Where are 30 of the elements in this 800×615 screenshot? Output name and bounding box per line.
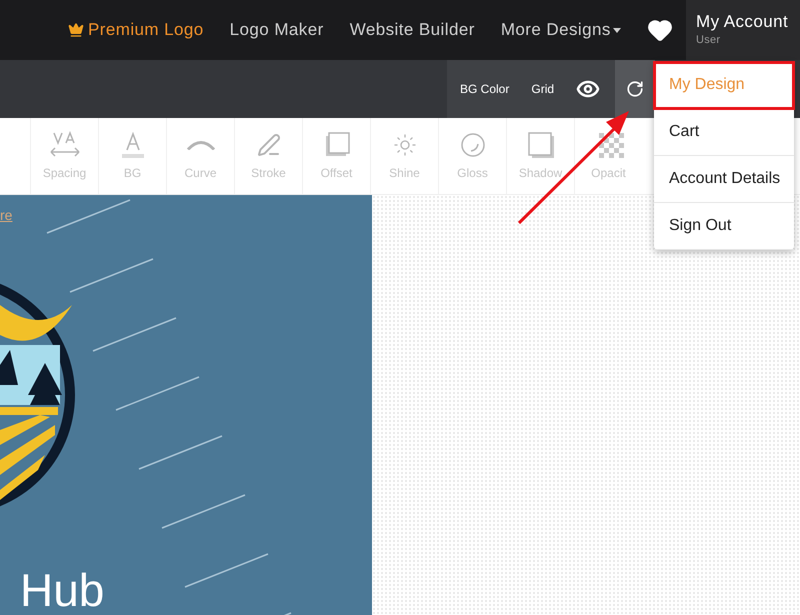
pen-icon <box>256 133 280 157</box>
curve-icon <box>186 140 214 150</box>
menu-item[interactable]: Cart <box>654 109 794 156</box>
tool-button[interactable]: Stroke <box>234 118 302 194</box>
toolbar-button[interactable]: Grid <box>531 80 554 98</box>
nav-dropdown[interactable]: More Designs <box>500 17 621 43</box>
tool-button[interactable]: BG <box>98 118 166 194</box>
canvas-link[interactable]: re <box>0 205 12 226</box>
premium-logo-link[interactable]: Premium Logo <box>68 17 204 43</box>
tool-button[interactable]: Shine <box>370 118 438 194</box>
nav-link[interactable]: Logo Maker <box>230 17 324 43</box>
account-subtitle: User <box>696 32 722 48</box>
menu-item[interactable]: Sign Out <box>654 203 794 250</box>
tool-button[interactable]: Offset <box>302 118 370 194</box>
tool-button[interactable]: Spacing <box>30 118 98 194</box>
account-button[interactable]: My Account User <box>686 0 800 60</box>
menu-item[interactable]: Account Details <box>654 156 794 203</box>
nav-link[interactable]: Website Builder <box>350 17 475 43</box>
logo-text: Hub <box>20 567 104 613</box>
tool-button[interactable]: Gloss <box>438 118 506 194</box>
tool-button[interactable]: Curve <box>166 118 234 194</box>
account-title: My Account <box>696 12 790 32</box>
tool-button[interactable]: Shadow <box>506 118 574 194</box>
crown-icon <box>68 22 84 38</box>
heart-icon[interactable] <box>646 17 673 43</box>
sun-icon <box>392 133 416 157</box>
toolbar-button[interactable]: BG Color <box>460 80 510 98</box>
caret-icon <box>612 28 621 32</box>
refresh-icon[interactable] <box>626 80 644 98</box>
menu-item[interactable]: My Design <box>654 62 794 109</box>
